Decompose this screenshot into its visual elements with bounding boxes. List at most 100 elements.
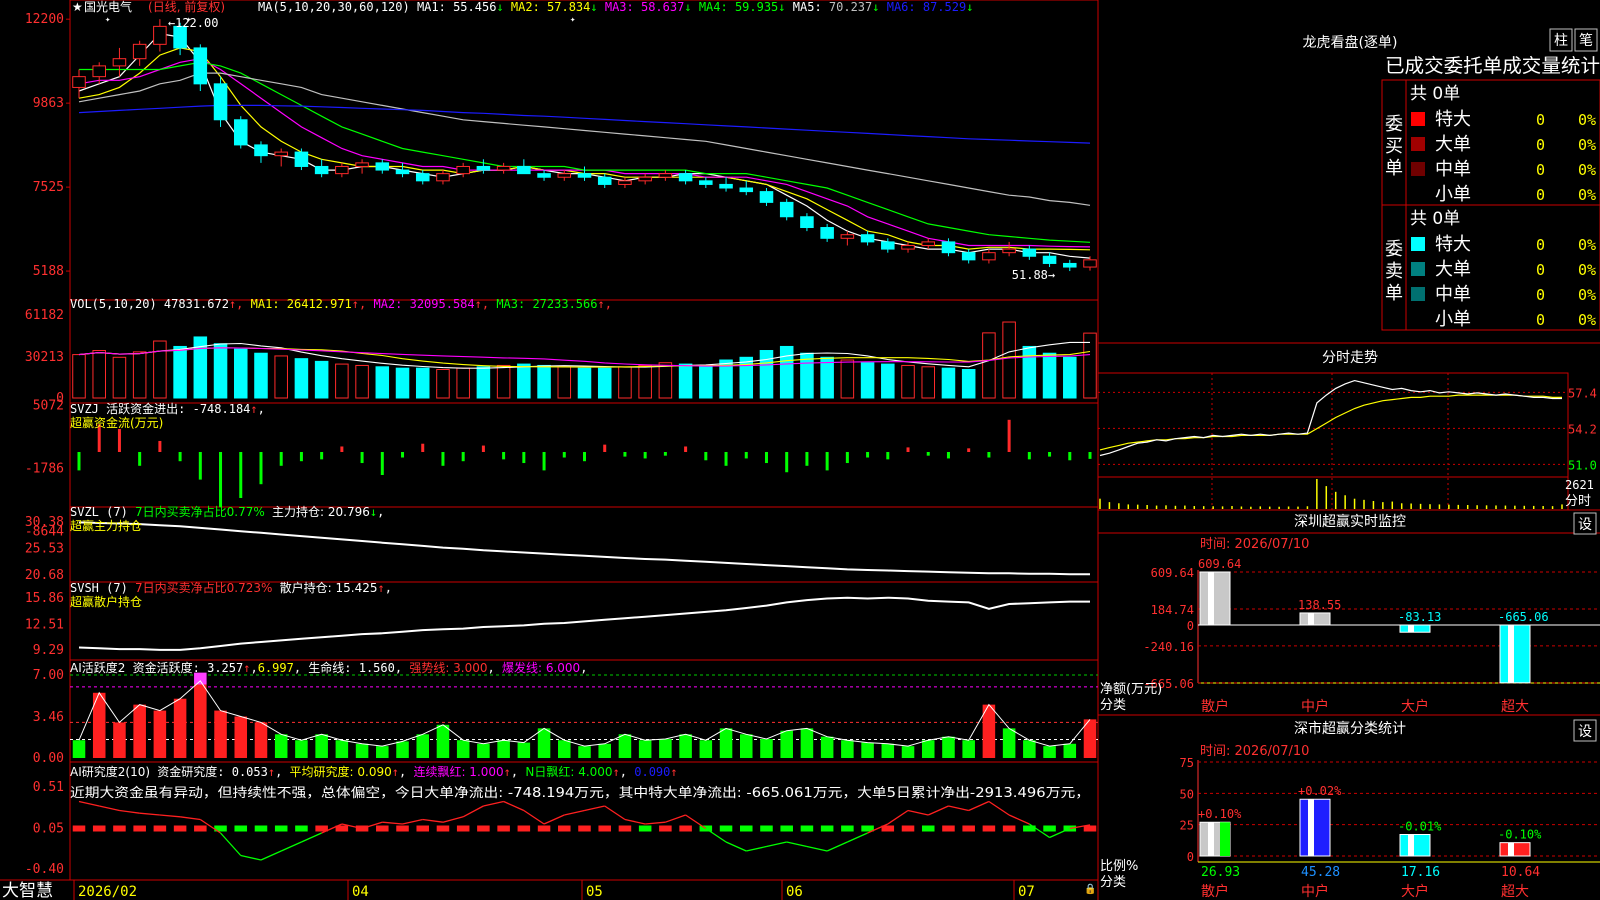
candle[interactable] bbox=[274, 151, 288, 157]
candle[interactable] bbox=[436, 173, 450, 182]
candle[interactable] bbox=[941, 241, 956, 254]
candle[interactable] bbox=[860, 234, 875, 243]
candle[interactable] bbox=[820, 227, 834, 239]
candle[interactable] bbox=[840, 234, 855, 239]
candle[interactable] bbox=[112, 58, 127, 67]
candle[interactable] bbox=[921, 241, 936, 246]
research-bar bbox=[901, 825, 915, 832]
candle[interactable] bbox=[213, 83, 228, 121]
candle[interactable] bbox=[233, 119, 248, 146]
classify-value-label: 26.93 bbox=[1201, 865, 1240, 880]
candle[interactable] bbox=[1002, 248, 1016, 254]
lock-icon[interactable]: 🔒 bbox=[1084, 883, 1096, 895]
intraday-avg-line bbox=[1099, 394, 1562, 451]
candle[interactable] bbox=[132, 43, 147, 60]
order-pct: 0% bbox=[1578, 311, 1596, 329]
classify-value-label: 17.16 bbox=[1401, 865, 1440, 880]
period-label[interactable]: (日线, 前复权) bbox=[148, 0, 225, 14]
event-marker-icon[interactable]: ✦ bbox=[570, 15, 576, 25]
candle[interactable] bbox=[881, 241, 895, 250]
candle[interactable] bbox=[638, 176, 652, 182]
candle[interactable] bbox=[961, 252, 976, 261]
y-tick-label: -0.40 bbox=[25, 862, 64, 877]
stock-chart-screen[interactable]: 12200986375255188←122.0051.88→✦ ✦ ✦6118230… bbox=[0, 0, 1600, 900]
symbol-name: 国光电气 bbox=[84, 0, 132, 14]
candle[interactable] bbox=[658, 173, 673, 178]
candle[interactable] bbox=[254, 144, 268, 157]
research-bar bbox=[113, 825, 126, 832]
candle[interactable] bbox=[1022, 248, 1037, 257]
candle[interactable] bbox=[314, 165, 329, 175]
candle[interactable] bbox=[759, 191, 774, 203]
candle[interactable] bbox=[476, 165, 491, 171]
candle[interactable] bbox=[577, 173, 592, 178]
order-color-swatch bbox=[1411, 237, 1425, 251]
activity-bar bbox=[194, 680, 207, 758]
classify-bar[interactable] bbox=[1299, 798, 1331, 857]
research-bar bbox=[598, 825, 611, 832]
research-bar bbox=[376, 825, 389, 832]
candle[interactable] bbox=[415, 173, 430, 182]
event-marker-icon[interactable]: ✦ bbox=[105, 15, 111, 25]
date-label: 07 bbox=[1018, 884, 1035, 900]
research-line bbox=[159, 814, 181, 818]
monitor-bar[interactable] bbox=[1199, 571, 1231, 626]
candle[interactable] bbox=[699, 180, 713, 185]
monitor-bar[interactable] bbox=[1299, 612, 1331, 626]
monitor-bar[interactable] bbox=[1499, 624, 1531, 684]
classify-category: 中户 bbox=[1301, 883, 1329, 900]
candle[interactable] bbox=[294, 151, 309, 167]
candle[interactable] bbox=[335, 165, 349, 175]
candle[interactable] bbox=[1042, 255, 1057, 264]
research-bar bbox=[800, 825, 814, 832]
candle[interactable] bbox=[517, 165, 531, 175]
candle[interactable] bbox=[739, 187, 754, 193]
monitor-bar[interactable] bbox=[1399, 624, 1431, 633]
research-bar bbox=[1083, 825, 1097, 832]
ma-line-ma6 bbox=[78, 104, 1091, 144]
activity-bar bbox=[598, 743, 611, 758]
classify-category: 超大 bbox=[1501, 884, 1529, 900]
star-icon[interactable]: ★ bbox=[72, 0, 83, 14]
candle[interactable] bbox=[92, 65, 106, 78]
candle[interactable] bbox=[779, 201, 794, 218]
candle[interactable] bbox=[901, 244, 915, 250]
candle[interactable] bbox=[456, 165, 470, 175]
fund-flow-bar bbox=[684, 446, 688, 452]
candle[interactable] bbox=[375, 162, 390, 171]
candle[interactable] bbox=[355, 162, 369, 167]
fund-flow-bar bbox=[987, 452, 991, 458]
candle[interactable] bbox=[72, 76, 86, 88]
candle[interactable] bbox=[982, 252, 996, 261]
volume-bar bbox=[173, 345, 187, 399]
date-label: 06 bbox=[786, 884, 803, 900]
order-stat-header: 已成交委托单成交量统计 bbox=[1385, 55, 1600, 77]
candle[interactable] bbox=[618, 180, 632, 185]
candle[interactable] bbox=[496, 165, 511, 171]
candle[interactable] bbox=[1063, 262, 1077, 268]
candle[interactable] bbox=[678, 173, 693, 182]
candle[interactable] bbox=[395, 169, 410, 175]
candle[interactable] bbox=[1083, 259, 1097, 268]
classify-category: 大户 bbox=[1401, 883, 1429, 900]
candle[interactable] bbox=[537, 173, 551, 178]
classify-bar[interactable] bbox=[1499, 842, 1531, 857]
research-line bbox=[665, 814, 686, 823]
candle[interactable] bbox=[719, 183, 733, 189]
candle[interactable] bbox=[153, 25, 167, 45]
activity-bar bbox=[962, 740, 975, 758]
volume-bar bbox=[1063, 356, 1077, 399]
candle[interactable] bbox=[193, 47, 208, 85]
y-tick-label: 61182 bbox=[25, 308, 64, 323]
fund-flow-bar bbox=[522, 452, 526, 464]
candle[interactable] bbox=[800, 216, 814, 229]
classify-bar[interactable] bbox=[1399, 833, 1431, 857]
event-marker-icon[interactable]: ✦ bbox=[186, 15, 192, 25]
pane-frame bbox=[69, 0, 1099, 301]
activity-bar bbox=[881, 743, 895, 758]
volume-bar bbox=[1022, 345, 1037, 399]
research-line bbox=[280, 841, 302, 852]
volume-bar bbox=[597, 367, 612, 399]
candle[interactable] bbox=[597, 176, 612, 185]
candle[interactable] bbox=[557, 173, 572, 178]
